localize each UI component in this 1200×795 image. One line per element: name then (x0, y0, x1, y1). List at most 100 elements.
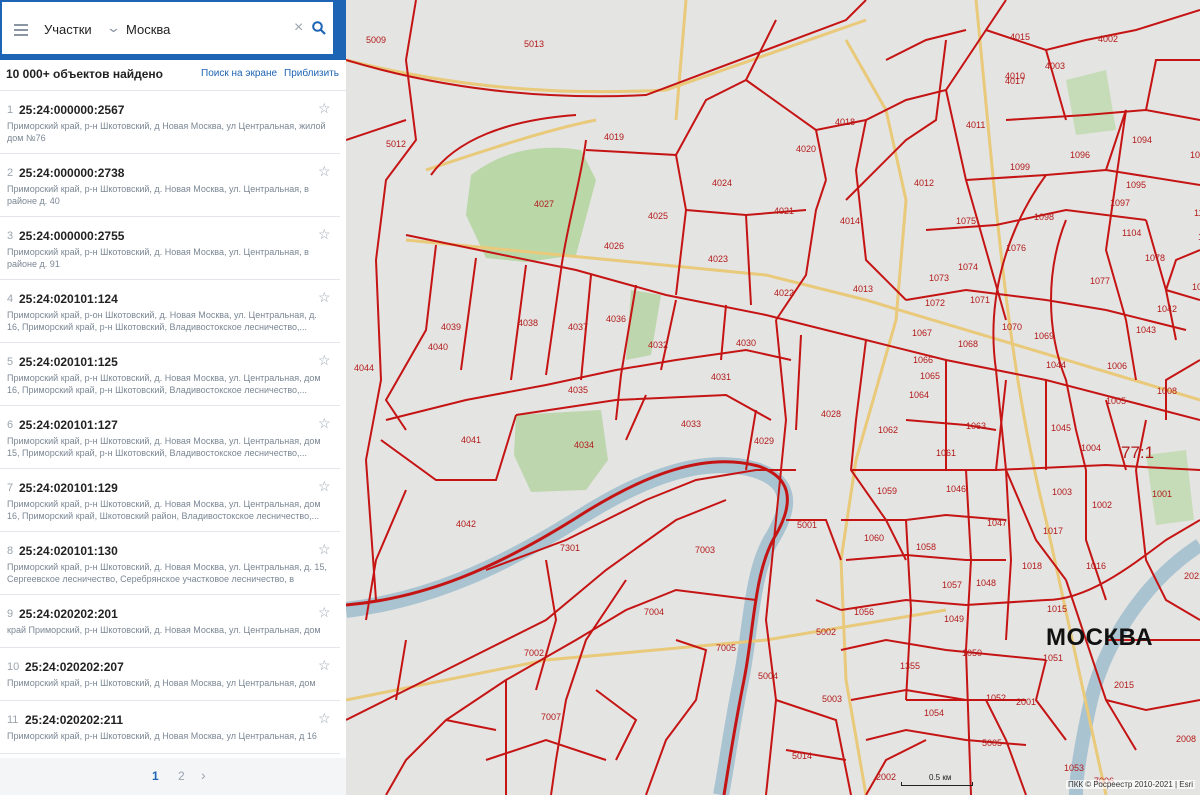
block-label[interactable]: 1077 (1090, 276, 1110, 286)
block-label[interactable]: 1052 (986, 693, 1006, 703)
block-label[interactable]: 1056 (854, 607, 874, 617)
block-label[interactable]: 1015 (1047, 604, 1067, 614)
block-label[interactable]: 4017 (1005, 76, 1025, 86)
category-select[interactable]: Участки (44, 22, 92, 37)
block-label[interactable]: 1099 (1010, 162, 1030, 172)
map-canvas[interactable]: 5009 501350124015 40024010400340174018 4011… (346, 0, 1200, 795)
block-label[interactable]: 4039 (441, 322, 461, 332)
block-label[interactable]: 1078 (1145, 253, 1165, 263)
list-item[interactable]: 3 25:24:000000:2755 Приморский край, р-н… (0, 217, 340, 280)
block-label[interactable]: 1069 (1034, 331, 1054, 341)
block-label[interactable]: 1103 (1194, 208, 1200, 218)
cadastral-number[interactable]: 25:24:020101:125 (19, 355, 118, 369)
block-label[interactable]: 1044 (1046, 360, 1066, 370)
block-label[interactable]: 2015 (1114, 680, 1134, 690)
block-label[interactable]: 1060 (864, 533, 884, 543)
map-view[interactable]: 5009 5013 5012 4015 4002 4010 4003 4017 4018 4011… (346, 0, 1200, 795)
block-label[interactable]: 1004 (1081, 443, 1101, 453)
block-label[interactable]: 1058 (916, 542, 936, 552)
next-page-icon[interactable]: › (201, 767, 206, 783)
block-label[interactable]: 4042 (456, 519, 476, 529)
block-label[interactable]: 1051 (1043, 653, 1063, 663)
block-label[interactable]: 1049 (944, 614, 964, 624)
star-icon[interactable]: ☆ (318, 100, 331, 117)
list-item[interactable]: 2 25:24:000000:2738 Приморский край, р-н… (0, 154, 340, 217)
page-2-button[interactable]: 2 (178, 769, 185, 783)
block-label[interactable]: 4025 (648, 211, 668, 221)
block-label[interactable]: 1017 (1043, 526, 1063, 536)
search-input[interactable] (126, 22, 286, 37)
block-label[interactable]: 1001 (1152, 489, 1172, 499)
block-label[interactable]: 1071 (970, 295, 990, 305)
block-label[interactable]: 5002 (816, 627, 836, 637)
star-icon[interactable]: ☆ (318, 163, 331, 180)
chevron-down-icon[interactable]: ⌄ (106, 20, 121, 36)
block-label[interactable]: 4023 (708, 254, 728, 264)
cadastral-number[interactable]: 25:24:000000:2567 (19, 103, 124, 117)
block-label[interactable]: 1098 (1034, 212, 1054, 222)
block-label[interactable]: 4003 (1045, 61, 1065, 71)
block-label[interactable]: 4019 (604, 132, 624, 142)
list-item[interactable]: 4 25:24:020101:124 Приморский край, р-он… (0, 280, 340, 343)
block-label[interactable]: 7002 (524, 648, 544, 658)
block-label[interactable]: 1062 (878, 425, 898, 435)
star-icon[interactable]: ☆ (318, 541, 331, 558)
list-item[interactable]: 7 25:24:020101:129 Приморский край, р-н … (0, 469, 340, 532)
page-1-button[interactable]: 1 (152, 769, 159, 783)
block-label[interactable]: 4012 (914, 178, 934, 188)
block-label[interactable]: 4029 (754, 436, 774, 446)
star-icon[interactable]: ☆ (318, 415, 331, 432)
block-label[interactable]: 1067 (912, 328, 932, 338)
block-label[interactable]: 4028 (821, 409, 841, 419)
block-label[interactable]: 1008 (1157, 386, 1177, 396)
block-label[interactable]: 1074 (958, 262, 978, 272)
block-label[interactable]: 1046 (946, 484, 966, 494)
menu-icon[interactable] (14, 24, 28, 36)
block-label[interactable]: 1057 (942, 580, 962, 590)
block-label[interactable]: 4037 (568, 322, 588, 332)
cadastral-number[interactable]: 25:24:020101:129 (19, 481, 118, 495)
block-label[interactable]: 1041 (1192, 282, 1200, 292)
block-label[interactable]: 1054 (924, 708, 944, 718)
block-label[interactable]: 4013 (853, 284, 873, 294)
block-label[interactable]: 4026 (604, 241, 624, 251)
block-label[interactable]: 2008 (1176, 734, 1196, 744)
block-label[interactable]: 1059 (877, 486, 897, 496)
block-label[interactable]: 1018 (1022, 561, 1042, 571)
block-label[interactable]: 4034 (574, 440, 594, 450)
block-label[interactable]: 1096 (1070, 150, 1090, 160)
block-label[interactable]: 4024 (712, 178, 732, 188)
cadastral-number[interactable]: 25:24:000000:2755 (19, 229, 124, 243)
block-label[interactable]: 5004 (758, 671, 778, 681)
block-label[interactable]: 1095 (1126, 180, 1146, 190)
block-label[interactable]: 4002 (1098, 34, 1118, 44)
cadastral-number[interactable]: 25:24:020101:124 (19, 292, 118, 306)
block-label[interactable]: 4041 (461, 435, 481, 445)
list-item[interactable]: 10 25:24:020202:207 Приморский край, р-н… (0, 648, 340, 701)
block-label[interactable]: 1005 (1106, 396, 1126, 406)
block-label[interactable]: 1073 (929, 273, 949, 283)
zoom-link[interactable]: Приблизить (284, 68, 339, 79)
block-label[interactable]: 1068 (958, 339, 978, 349)
cadastral-number[interactable]: 25:24:000000:2738 (19, 166, 124, 180)
block-label[interactable]: 4027 (534, 199, 554, 209)
block-label[interactable]: 4040 (428, 342, 448, 352)
list-item[interactable]: 1 25:24:000000:2567 Приморский край, р-н… (0, 91, 340, 154)
block-label[interactable]: 7004 (644, 607, 664, 617)
star-icon[interactable]: ☆ (318, 352, 331, 369)
star-icon[interactable]: ☆ (318, 289, 331, 306)
block-label[interactable]: 7005 (716, 643, 736, 653)
block-label[interactable]: 1016 (1086, 561, 1106, 571)
list-item[interactable]: 9 25:24:020202:201 край Приморский, р-н … (0, 595, 340, 648)
block-label[interactable]: 1075 (956, 216, 976, 226)
block-label[interactable]: 1104 (1122, 228, 1141, 238)
block-label[interactable]: 1066 (913, 355, 933, 365)
block-label[interactable]: 5014 (792, 751, 812, 761)
block-label[interactable]: 4014 (840, 216, 860, 226)
search-icon[interactable] (312, 21, 326, 35)
block-label[interactable]: 4030 (736, 338, 756, 348)
block-label[interactable]: 1003 (1052, 487, 1072, 497)
cadastral-number[interactable]: 25:24:020202:211 (25, 713, 123, 727)
block-label[interactable]: 4032 (648, 340, 668, 350)
block-label[interactable]: 1355 (900, 661, 920, 671)
